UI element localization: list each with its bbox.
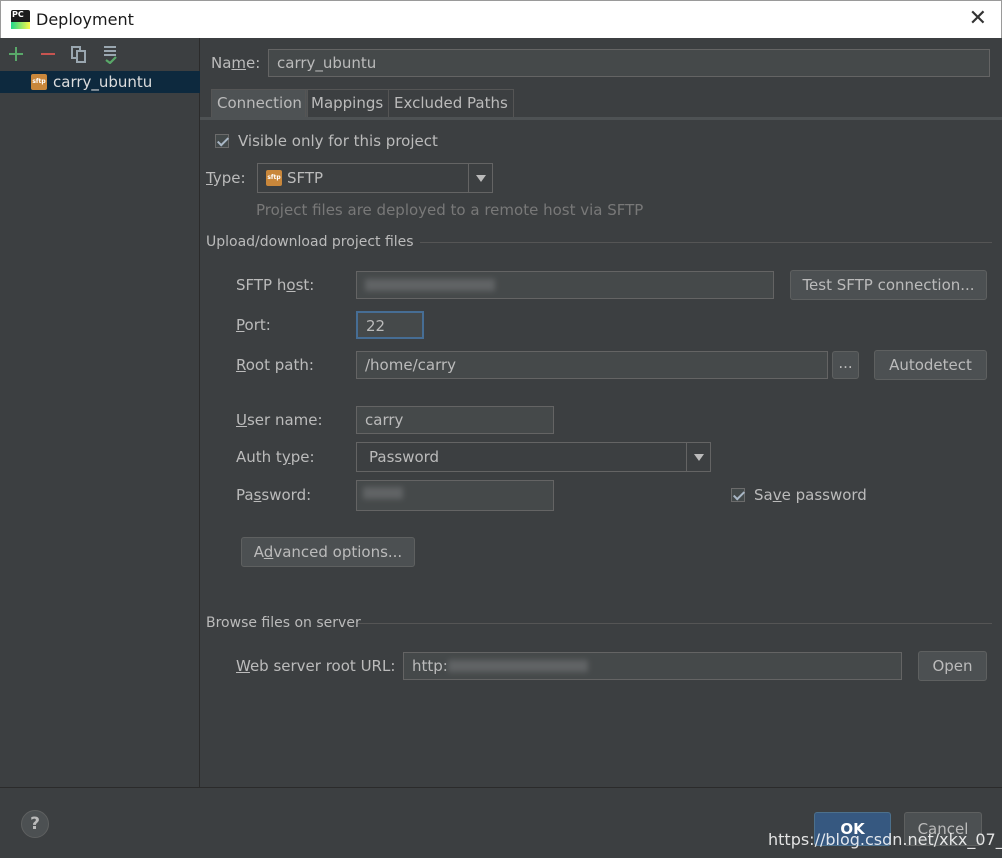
save-password-checkbox[interactable] [731,488,745,502]
test-connection-button[interactable]: Test SFTP connection... [790,270,987,300]
watermark: https://blog.csdn.net/xkx_07_10 [768,830,1002,849]
help-icon[interactable]: ? [21,810,49,838]
port-field[interactable]: 22 [356,311,424,339]
upload-section-title: Upload/download project files [206,234,414,250]
sftp-host-label: SFTP host: [236,276,315,294]
dialog-footer: ? OK Cancel https://blog.csdn.net/xkx_07… [0,787,1002,858]
sftp-host-field[interactable] [356,271,774,299]
auth-type-select[interactable]: Password [356,442,711,472]
root-path-field[interactable]: /home/carry [356,351,828,379]
advanced-options-button[interactable]: Advanced options... [241,537,415,567]
type-hint: Project files are deployed to a remote h… [256,201,644,219]
username-field[interactable]: carry [356,406,554,434]
copy-server-icon[interactable] [68,44,90,66]
password-field[interactable] [356,480,554,511]
web-url-value: http: [412,657,448,675]
visible-only-checkbox[interactable] [215,134,229,148]
tab-mappings[interactable]: Mappings [305,89,390,117]
type-label: Type: [206,169,246,187]
sidebar-item-carry-ubuntu[interactable]: sftp carry_ubuntu [0,71,200,93]
redacted-host [365,279,495,291]
tab-excluded-paths[interactable]: Excluded Paths [388,89,514,117]
sftp-server-icon: sftp [31,74,47,90]
username-label: User name: [236,411,323,429]
browse-section-title: Browse files on server [206,615,361,631]
use-as-default-icon[interactable] [100,44,122,66]
title-bar: PC Deployment ✕ [0,0,1002,38]
add-server-icon[interactable] [6,44,28,66]
autodetect-button[interactable]: Autodetect [874,350,987,380]
auth-type-value: Password [369,448,440,466]
upload-section-divider [420,242,992,243]
auth-type-label: Auth type: [236,448,315,466]
open-button[interactable]: Open [918,651,987,681]
sidebar-item-label: carry_ubuntu [53,73,153,91]
close-icon[interactable]: ✕ [969,8,987,30]
chevron-down-icon [468,164,492,192]
browse-section-divider [358,623,992,624]
web-url-label: Web server root URL: [236,657,396,675]
tab-underline [200,117,1002,120]
server-list-panel: sftp carry_ubuntu [0,38,200,787]
visible-only-label: Visible only for this project [238,132,438,150]
redacted-url [448,660,588,672]
redacted-password [363,487,403,499]
password-label: Password: [236,486,312,504]
name-field[interactable]: carry_ubuntu [268,49,990,77]
browse-button[interactable]: ... [832,351,859,379]
root-path-label: Root path: [236,356,314,374]
port-label: Port: [236,316,271,334]
type-value: SFTP [287,169,324,187]
window-title: Deployment [36,10,134,29]
sftp-icon: sftp [266,170,282,186]
name-label: Name: [211,54,261,72]
web-url-field[interactable]: http: [403,652,902,680]
remove-server-icon[interactable] [38,44,60,66]
save-password-label: Save password [754,486,867,504]
pycharm-app-icon: PC [11,10,30,29]
tab-connection[interactable]: Connection [211,89,308,117]
chevron-down-icon [686,443,710,471]
type-select[interactable]: sftp SFTP [257,163,493,193]
